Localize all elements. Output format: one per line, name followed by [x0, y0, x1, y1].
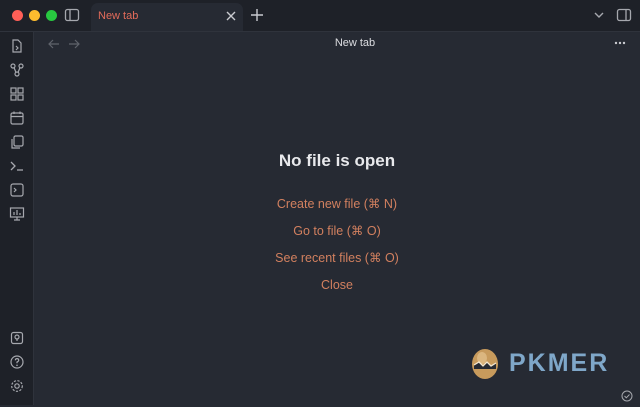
graph-icon[interactable] — [9, 62, 25, 78]
tab-label: New tab — [98, 10, 139, 22]
sync-status-icon[interactable] — [621, 389, 633, 402]
go-to-file-link[interactable]: Go to file (⌘ O) — [237, 223, 437, 238]
chevron-down-icon[interactable] — [591, 7, 607, 23]
tab-new-tab[interactable]: New tab — [91, 3, 243, 31]
create-new-file-link[interactable]: Create new file (⌘ N) — [237, 196, 437, 211]
forward-arrow-icon[interactable] — [67, 37, 81, 51]
close-link[interactable]: Close — [237, 278, 437, 292]
file-open-icon[interactable] — [9, 38, 25, 54]
settings-icon[interactable] — [9, 378, 25, 394]
terminal-icon[interactable] — [9, 158, 25, 174]
left-ribbon — [0, 32, 34, 405]
daily-note-icon[interactable] — [9, 110, 25, 126]
command-palette-icon[interactable] — [9, 182, 25, 198]
copy-icon[interactable] — [9, 134, 25, 150]
minimize-window-button[interactable] — [29, 10, 40, 21]
new-tab-plus-icon[interactable] — [249, 7, 265, 23]
watermark-brand: PKMER — [509, 349, 610, 377]
close-icon[interactable] — [225, 10, 237, 22]
toggle-right-sidebar-icon[interactable] — [616, 7, 632, 23]
back-arrow-icon[interactable] — [47, 37, 61, 51]
more-options-icon[interactable] — [613, 36, 627, 50]
maximize-window-button[interactable] — [46, 10, 57, 21]
see-recent-files-link[interactable]: See recent files (⌘ O) — [237, 250, 437, 265]
view-title: New tab — [334, 37, 376, 49]
title-bar: New tab — [0, 0, 640, 32]
close-window-button[interactable] — [12, 10, 23, 21]
vault-icon[interactable] — [9, 330, 25, 346]
toggle-left-sidebar-icon[interactable] — [64, 7, 80, 23]
empty-state-title: No file is open — [278, 151, 396, 170]
help-icon[interactable] — [9, 354, 25, 370]
canvas-icon[interactable] — [9, 86, 25, 102]
pkmer-logo-icon — [467, 345, 503, 381]
slides-icon[interactable] — [9, 206, 25, 222]
